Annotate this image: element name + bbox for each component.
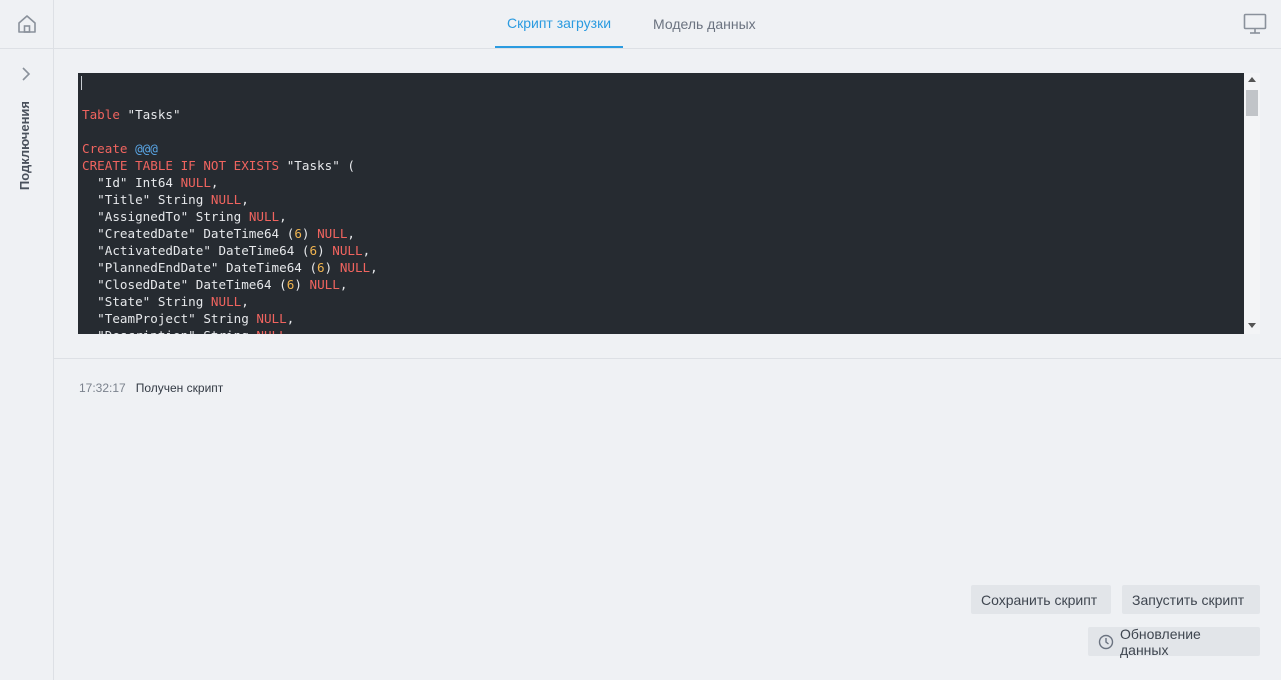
code-line: "State" String NULL,	[82, 294, 249, 309]
tab-bar: Скрипт загрузки Модель данных	[495, 0, 786, 48]
code-line: CREATE TABLE IF NOT EXISTS "Tasks" (	[82, 158, 355, 173]
text-cursor	[81, 76, 82, 90]
log-message: Получен скрипт	[135, 381, 224, 395]
log-entry: 17:32:17 Получен скрипт	[79, 381, 223, 395]
code-line: "ClosedDate" DateTime64 (6) NULL,	[82, 277, 348, 292]
code-line: "TeamProject" String NULL,	[82, 311, 295, 326]
tab-data-model[interactable]: Модель данных	[641, 0, 768, 48]
divider	[54, 358, 1281, 359]
home-button[interactable]	[0, 0, 54, 48]
code-line: "Description" String NULL,	[82, 327, 378, 334]
editor-scrollbar[interactable]	[1244, 73, 1260, 334]
tab-load-script[interactable]: Скрипт загрузки	[495, 0, 624, 48]
run-script-button[interactable]: Запустить скрипт	[1122, 585, 1260, 614]
sidebar-label-connections[interactable]: Подключения	[17, 101, 32, 190]
code-line: "AssignedTo" String NULL,	[82, 209, 287, 224]
script-editor[interactable]: Table "Tasks" Create @@@ CREATE TABLE IF …	[78, 73, 1244, 334]
connections-sidebar: Подключения	[0, 49, 54, 680]
monitor-button[interactable]	[1241, 10, 1269, 38]
code-line: "CreatedDate" DateTime64 (6) NULL,	[82, 226, 356, 241]
save-script-label: Сохранить скрипт	[981, 591, 1098, 608]
scroll-down-arrow-icon[interactable]	[1248, 323, 1256, 328]
code-line: "Title" String NULL,	[82, 192, 249, 207]
scrollbar-thumb[interactable]	[1246, 90, 1258, 116]
monitor-icon	[1243, 13, 1267, 34]
chevron-right-icon	[22, 67, 31, 81]
code-content[interactable]: Table "Tasks" Create @@@ CREATE TABLE IF …	[82, 89, 378, 334]
scroll-up-arrow-icon[interactable]	[1248, 77, 1256, 82]
code-line: Create @@@	[82, 141, 158, 156]
code-line: "PlannedEndDate" DateTime64 (6) NULL,	[82, 260, 378, 275]
log-time: 17:32:17	[79, 381, 126, 395]
clock-icon	[1098, 634, 1114, 650]
code-line: Table "Tasks"	[82, 107, 181, 122]
code-line: "Id" Int64 NULL,	[82, 175, 219, 190]
top-bar: Скрипт загрузки Модель данных	[0, 0, 1281, 49]
refresh-data-button[interactable]: Обновление данных	[1088, 625, 1260, 658]
refresh-data-label: Обновление данных	[1120, 625, 1201, 658]
save-script-button[interactable]: Сохранить скрипт	[971, 585, 1111, 614]
sidebar-toggle-button[interactable]	[15, 63, 37, 85]
home-icon	[17, 15, 36, 33]
code-line: "ActivatedDate" DateTime64 (6) NULL,	[82, 243, 371, 258]
run-script-label: Запустить скрипт	[1132, 591, 1245, 608]
